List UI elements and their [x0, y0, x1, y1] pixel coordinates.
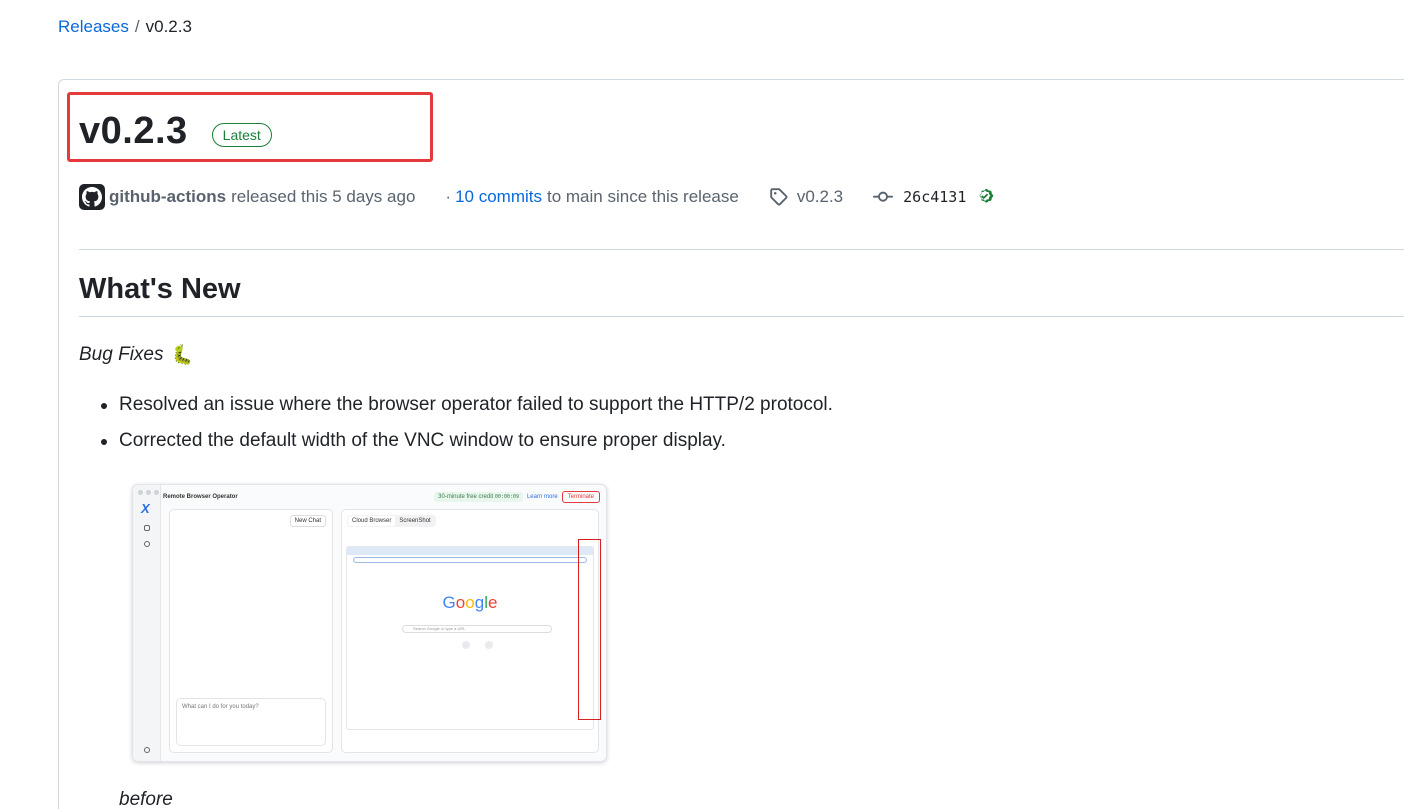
bug-fix-list: Resolved an issue where the browser oper… — [101, 393, 833, 465]
release-author[interactable]: github-actions — [109, 187, 226, 207]
history-icon — [144, 541, 150, 547]
whats-new-heading: What's New — [79, 273, 241, 305]
tag-icon — [770, 188, 788, 206]
commit-sha-link[interactable]: 26c4131 — [903, 188, 966, 206]
breadcrumb-separator: / — [134, 17, 140, 36]
embedded-screenshot[interactable]: X Remote Browser Operator 30-minute free… — [132, 484, 607, 762]
heading-underline — [79, 316, 1404, 317]
google-logo: Google — [442, 593, 498, 612]
image-caption: before — [119, 789, 173, 809]
home-icon — [144, 525, 150, 531]
breadcrumb: Releases / v0.2.3 — [58, 17, 192, 37]
terminate-button: Terminate — [561, 491, 600, 503]
settings-icon — [144, 747, 150, 753]
released-text: released this 5 days ago — [231, 187, 416, 206]
annotation-red-box — [578, 539, 601, 720]
credit-badge: 30-minute free credit 00:00:09 — [434, 492, 523, 502]
meta-dot: · — [445, 187, 452, 206]
verified-check-icon[interactable] — [976, 187, 996, 207]
tab-cloud-browser: Cloud Browser — [348, 516, 396, 526]
list-item: Corrected the default width of the VNC w… — [101, 429, 833, 465]
google-search-box: Search Google or type a URL — [402, 625, 552, 633]
embed-title: Remote Browser Operator — [163, 494, 238, 500]
tag-link[interactable]: v0.2.3 — [797, 187, 843, 207]
commits-suffix: to main since this release — [547, 187, 739, 206]
tab-screenshot: ScreenShot — [399, 518, 431, 524]
chat-input: What can I do for you today? — [176, 698, 326, 746]
embed-topbar: Remote Browser Operator 30-minute free c… — [163, 489, 600, 505]
bug-fixes-label: Bug Fixes — [79, 344, 164, 365]
address-bar — [353, 557, 587, 563]
embed-sidebar: X — [133, 485, 161, 761]
list-item: Resolved an issue where the browser oper… — [101, 393, 833, 429]
release-title-row: v0.2.3 Latest — [79, 110, 272, 153]
latest-badge: Latest — [211, 122, 272, 147]
meta-divider — [79, 249, 1404, 250]
app-logo-icon: X — [141, 501, 150, 516]
vnc-browser-window: Google Search Google or type a URL — [346, 546, 594, 730]
add-shortcut-icon — [485, 641, 493, 649]
new-chat-button: New Chat — [289, 515, 326, 527]
learn-more-link: Learn more — [526, 494, 558, 500]
browser-tabs: Cloud Browser ScreenShot — [347, 515, 436, 527]
release-card: v0.2.3 Latest github-actions released th… — [58, 79, 1404, 809]
shortcut-icon — [462, 641, 470, 649]
commits-link[interactable]: 10 commits — [455, 187, 542, 207]
bug-emoji-icon: 🐛 — [169, 345, 194, 366]
breadcrumb-current: v0.2.3 — [145, 17, 192, 36]
github-icon — [82, 187, 102, 207]
breadcrumb-releases-link[interactable]: Releases — [58, 17, 129, 37]
release-title[interactable]: v0.2.3 — [79, 110, 188, 153]
window-controls — [138, 490, 159, 495]
commit-icon — [873, 191, 894, 202]
bug-fixes-subheading: Bug Fixes 🐛 — [79, 343, 193, 367]
chat-panel: New Chat What can I do for you today? — [169, 509, 333, 753]
browser-panel: Cloud Browser ScreenShot Google Search G… — [341, 509, 599, 753]
avatar[interactable] — [79, 184, 105, 210]
release-meta: github-actions released this 5 days ago … — [79, 184, 996, 210]
